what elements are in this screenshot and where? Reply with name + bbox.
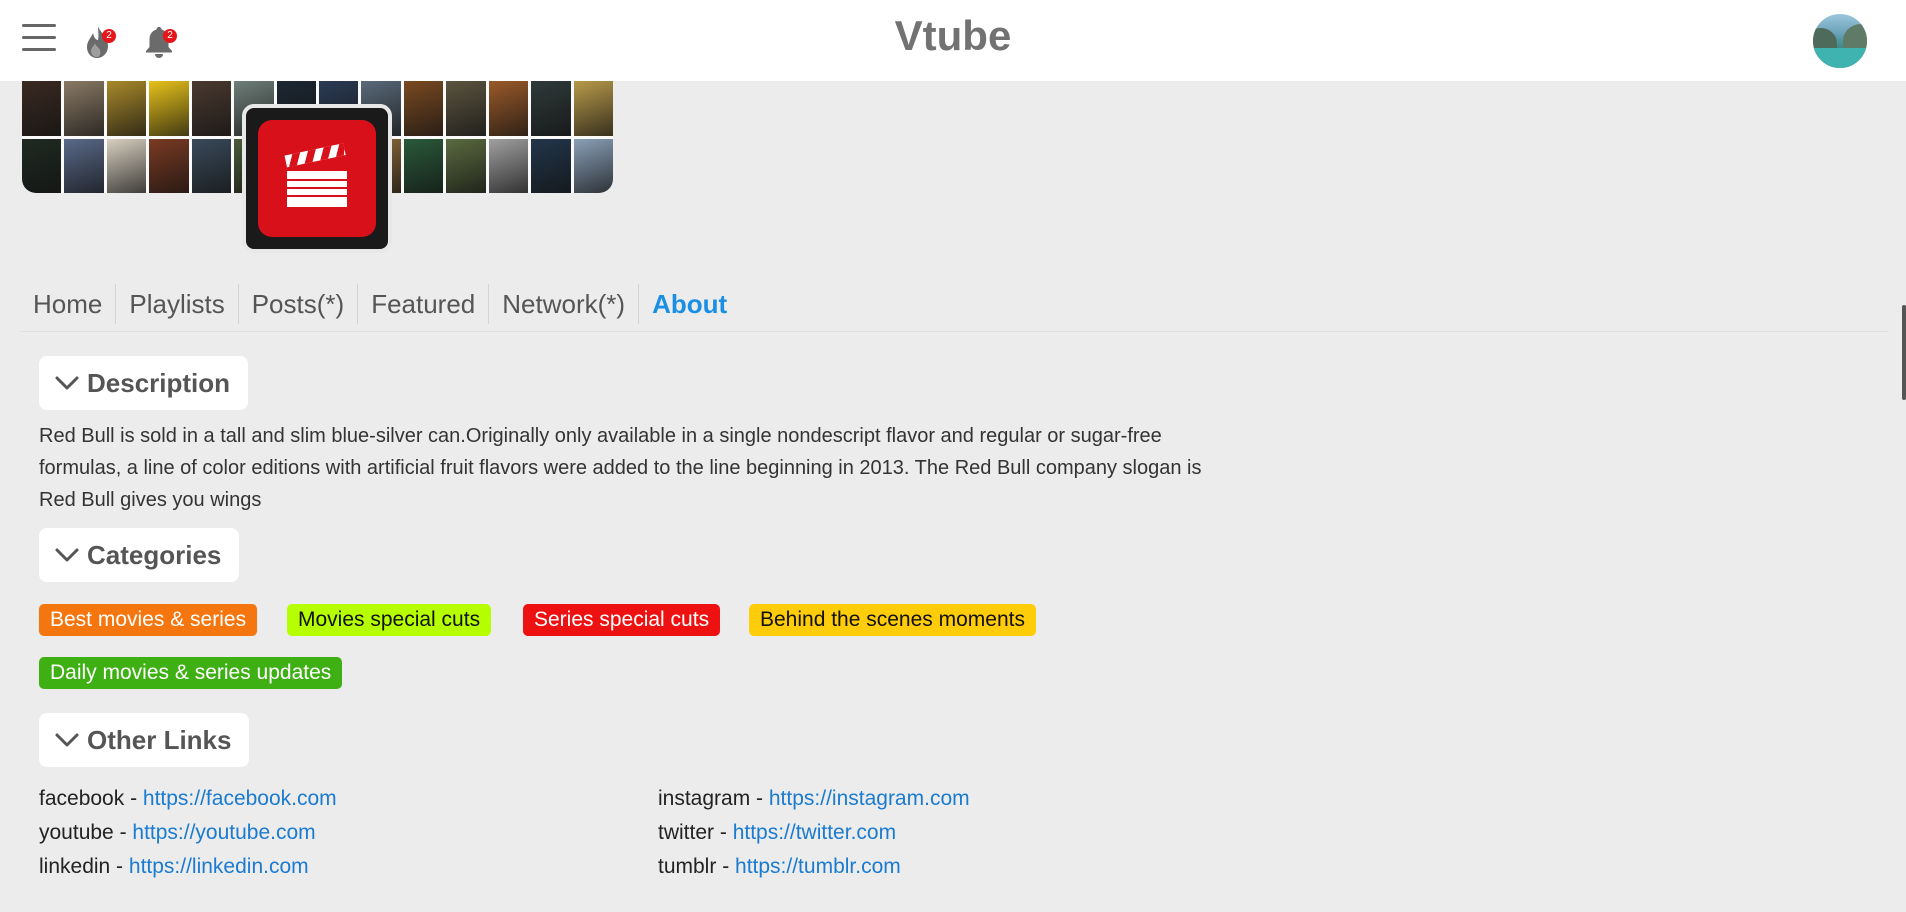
poster-thumbnail <box>403 138 444 193</box>
poster-thumbnail <box>191 81 232 136</box>
clapperboard-icon <box>284 142 347 207</box>
tab-network[interactable]: Network(*) <box>489 283 640 324</box>
poster-thumbnail <box>106 138 147 193</box>
tab-playlists[interactable]: Playlists <box>116 283 239 324</box>
poster-thumbnail <box>531 138 571 193</box>
link-name: twitter <box>658 821 715 844</box>
poster-thumbnail <box>64 81 104 136</box>
link-row: twitter - https://twitter.com <box>658 821 897 844</box>
chevron-down-icon <box>55 376 79 390</box>
chevron-down-icon <box>55 548 79 562</box>
tab-featured[interactable]: Featured <box>358 283 490 324</box>
poster-thumbnail <box>446 138 486 193</box>
link-row: youtube - https://youtube.com <box>39 821 316 844</box>
link-url[interactable]: https://facebook.com <box>143 787 337 810</box>
category-chip[interactable]: Daily movies & series updates <box>39 657 343 689</box>
link-row: instagram - https://instagram.com <box>658 787 970 810</box>
user-avatar[interactable] <box>1813 14 1867 68</box>
top-bar: 2 2 Vtube <box>0 0 1906 81</box>
category-chip[interactable]: Series special cuts <box>523 604 721 636</box>
link-url[interactable]: https://instagram.com <box>769 787 970 810</box>
poster-thumbnail <box>446 81 486 136</box>
link-row: tumblr - https://tumblr.com <box>658 855 901 878</box>
poster-thumbnail <box>64 138 104 193</box>
links-column-left: facebook - https://facebook.com youtube … <box>39 782 337 884</box>
poster-thumbnail <box>488 81 529 136</box>
link-name: facebook <box>39 787 125 810</box>
link-url[interactable]: https://linkedin.com <box>129 855 309 878</box>
poster-thumbnail <box>488 138 529 193</box>
category-chip[interactable]: Best movies & series <box>39 604 258 636</box>
link-name: instagram <box>658 787 751 810</box>
description-text: Red Bull is sold in a tall and slim blue… <box>39 425 1202 511</box>
category-chip[interactable]: Movies special cuts <box>287 604 492 636</box>
link-row: linkedin - https://linkedin.com <box>39 855 309 878</box>
poster-thumbnail <box>573 138 613 193</box>
link-name: youtube <box>39 821 114 844</box>
link-url[interactable]: https://youtube.com <box>132 821 315 844</box>
poster-thumbnail <box>149 81 189 136</box>
poster-thumbnail <box>573 81 613 136</box>
chevron-down-icon <box>55 733 79 747</box>
other-links-heading: Other Links <box>87 724 232 755</box>
tab-posts[interactable]: Posts(*) <box>239 283 359 324</box>
description-toggle[interactable]: Description <box>39 356 249 410</box>
categories-heading: Categories <box>87 539 222 570</box>
categories-toggle[interactable]: Categories <box>39 528 240 582</box>
link-url[interactable]: https://twitter.com <box>733 821 896 844</box>
category-chip[interactable]: Behind the scenes moments <box>749 604 1036 636</box>
tab-home[interactable]: Home <box>20 283 117 324</box>
link-name: linkedin <box>39 855 111 878</box>
link-url[interactable]: https://tumblr.com <box>735 855 901 878</box>
channel-tabs: Home Playlists Posts(*) Featured Network… <box>20 276 1888 332</box>
tab-about[interactable]: About <box>639 284 740 324</box>
other-links-toggle[interactable]: Other Links <box>39 713 250 767</box>
scrollbar[interactable] <box>1902 305 1906 400</box>
links-column-right: instagram - https://instagram.com twitte… <box>658 782 970 884</box>
poster-thumbnail <box>22 138 62 193</box>
poster-thumbnail <box>149 138 189 193</box>
poster-thumbnail <box>106 81 147 136</box>
poster-thumbnail <box>531 81 571 136</box>
poster-thumbnail <box>22 81 62 136</box>
site-title[interactable]: Vtube <box>0 12 1906 60</box>
description-heading: Description <box>87 367 231 398</box>
poster-thumbnail <box>403 81 444 136</box>
link-name: tumblr <box>658 855 717 878</box>
poster-thumbnail <box>191 138 232 193</box>
channel-logo[interactable] <box>242 104 392 253</box>
link-row: facebook - https://facebook.com <box>39 787 337 810</box>
